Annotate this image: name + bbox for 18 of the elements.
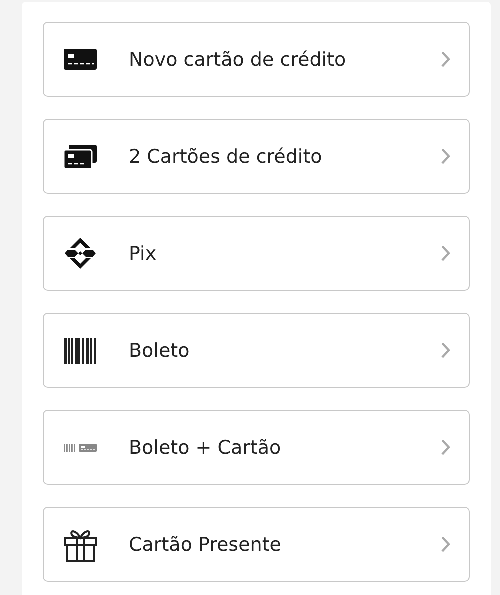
payment-option[interactable]: 2 Cartões de crédito bbox=[43, 119, 470, 194]
chevron-right-icon bbox=[441, 148, 451, 165]
payment-option[interactable]: Boleto + Cartão bbox=[43, 410, 470, 485]
chevron-right-icon bbox=[441, 342, 451, 359]
gift-icon bbox=[64, 528, 97, 562]
chevron-right-icon bbox=[441, 51, 451, 68]
payment-option[interactable]: Pix bbox=[43, 216, 470, 291]
chevron-right-icon bbox=[441, 536, 451, 553]
credit-card-icon bbox=[64, 49, 97, 70]
barcode-card-icon bbox=[64, 444, 97, 452]
credit-cards-icon bbox=[64, 144, 97, 168]
chevron-right-icon bbox=[441, 439, 451, 456]
chevron-right-icon bbox=[441, 245, 451, 262]
payment-option[interactable]: Boleto bbox=[43, 313, 470, 388]
barcode-icon bbox=[64, 338, 97, 364]
pix-icon bbox=[64, 237, 97, 270]
payment-option[interactable]: Cartão Presente bbox=[43, 507, 470, 582]
payment-option[interactable]: Novo cartão de crédito bbox=[43, 22, 470, 97]
